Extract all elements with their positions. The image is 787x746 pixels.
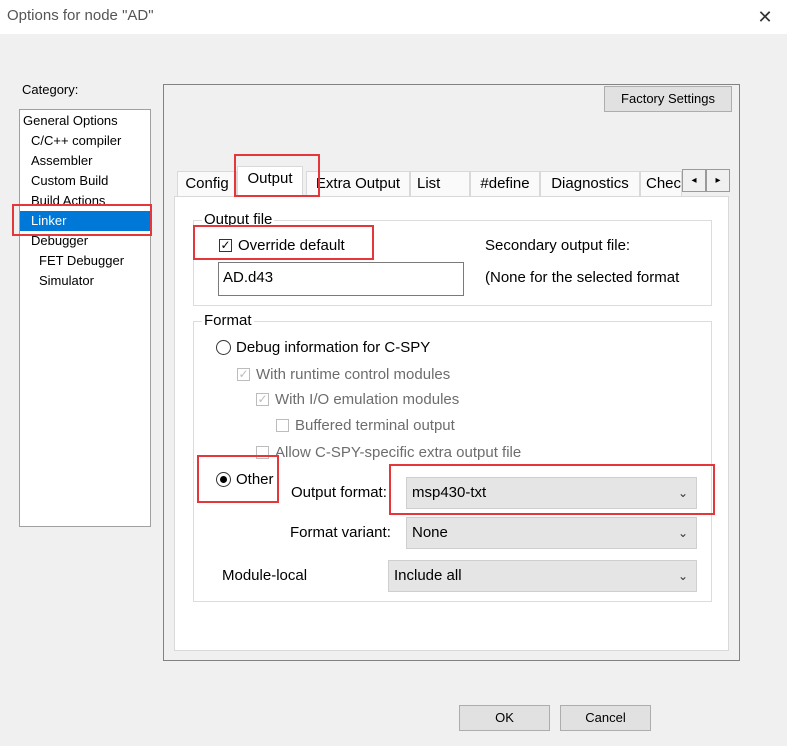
category-item-label: Build Actions bbox=[31, 193, 106, 208]
tab-define[interactable]: #define bbox=[470, 171, 540, 197]
category-label: Category: bbox=[22, 82, 79, 97]
debug-info-radio[interactable] bbox=[216, 340, 231, 355]
category-item-linker[interactable]: Linker bbox=[20, 211, 150, 231]
category-item-label: Custom Build bbox=[31, 173, 109, 188]
tab-diagnostics[interactable]: Diagnostics bbox=[540, 171, 640, 197]
tab-config[interactable]: Config bbox=[177, 171, 237, 197]
tab-scroll-right-icon[interactable]: ▸ bbox=[706, 169, 730, 192]
tab-list[interactable]: List bbox=[410, 171, 470, 197]
io-emulation-label: With I/O emulation modules bbox=[275, 391, 460, 408]
factory-settings-button[interactable]: Factory Settings bbox=[604, 86, 732, 112]
category-item-build-actions[interactable]: Build Actions bbox=[31, 191, 161, 211]
category-list[interactable]: General Options C/C++ compiler Assembler… bbox=[19, 109, 151, 527]
category-item-label: C/C++ compiler bbox=[31, 133, 122, 148]
secondary-output-value: (None for the selected format bbox=[485, 269, 680, 286]
category-item-general-options[interactable]: General Options bbox=[23, 111, 153, 131]
category-item-label: Debugger bbox=[31, 233, 89, 248]
output-file-group-title: Output file bbox=[202, 211, 275, 229]
output-format-value: msp430-txt bbox=[412, 484, 487, 501]
other-label: Other bbox=[236, 471, 274, 488]
category-item-simulator[interactable]: Simulator bbox=[39, 271, 169, 291]
debug-info-label: Debug information for C-SPY bbox=[236, 339, 431, 356]
format-variant-select[interactable]: None ⌄ bbox=[406, 517, 697, 549]
category-item-debugger[interactable]: Debugger bbox=[31, 231, 161, 251]
category-item-label: FET Debugger bbox=[39, 253, 125, 268]
secondary-output-label: Secondary output file: bbox=[485, 237, 631, 254]
category-item-fet-debugger[interactable]: FET Debugger bbox=[39, 251, 169, 271]
category-item-label: Linker bbox=[31, 213, 67, 228]
module-local-label: Module-local bbox=[222, 567, 308, 584]
override-default-checkbox[interactable]: ✓ bbox=[219, 239, 232, 252]
output-format-label: Output format: bbox=[291, 484, 387, 501]
format-variant-label: Format variant: bbox=[290, 524, 391, 541]
cancel-button[interactable]: Cancel bbox=[560, 705, 651, 731]
chevron-down-icon: ⌄ bbox=[677, 526, 688, 540]
other-radio[interactable] bbox=[216, 472, 231, 487]
override-default-label: Override default bbox=[238, 237, 345, 254]
buffered-terminal-label: Buffered terminal output bbox=[295, 417, 455, 434]
tab-scroll-left-icon[interactable]: ◂ bbox=[682, 169, 706, 192]
ok-button[interactable]: OK bbox=[459, 705, 550, 731]
buffered-terminal-checkbox[interactable] bbox=[276, 419, 289, 432]
allow-extra-output-label: Allow C-SPY-specific extra output file bbox=[275, 444, 522, 461]
tab-extra-output[interactable]: Extra Output bbox=[306, 171, 410, 197]
allow-extra-output-checkbox[interactable] bbox=[256, 446, 269, 459]
runtime-control-label: With runtime control modules bbox=[256, 366, 451, 383]
category-item-custom-build[interactable]: Custom Build bbox=[31, 171, 161, 191]
output-format-select[interactable]: msp430-txt ⌄ bbox=[406, 477, 697, 509]
format-variant-value: None bbox=[412, 524, 448, 541]
category-item-label: General Options bbox=[23, 113, 118, 128]
chevron-down-icon: ⌄ bbox=[677, 486, 688, 500]
category-item-label: Assembler bbox=[31, 153, 93, 168]
module-local-value: Include all bbox=[394, 567, 462, 584]
tab-output[interactable]: Output bbox=[237, 166, 303, 197]
category-item-assembler[interactable]: Assembler bbox=[31, 151, 161, 171]
window-title: Options for node "AD" bbox=[7, 7, 154, 24]
runtime-control-checkbox[interactable]: ✓ bbox=[237, 368, 250, 381]
chevron-down-icon: ⌄ bbox=[677, 569, 688, 583]
module-local-select[interactable]: Include all ⌄ bbox=[388, 560, 697, 592]
tab-check[interactable]: Chec bbox=[640, 171, 682, 197]
close-icon[interactable]: ✕ bbox=[752, 4, 778, 30]
output-filename-input[interactable]: AD.d43 bbox=[218, 262, 464, 296]
radio-selected-dot bbox=[220, 476, 227, 483]
category-item-label: Simulator bbox=[39, 273, 94, 288]
format-group-title: Format bbox=[202, 312, 254, 330]
category-item-c-compiler[interactable]: C/C++ compiler bbox=[31, 131, 161, 151]
io-emulation-checkbox[interactable]: ✓ bbox=[256, 393, 269, 406]
